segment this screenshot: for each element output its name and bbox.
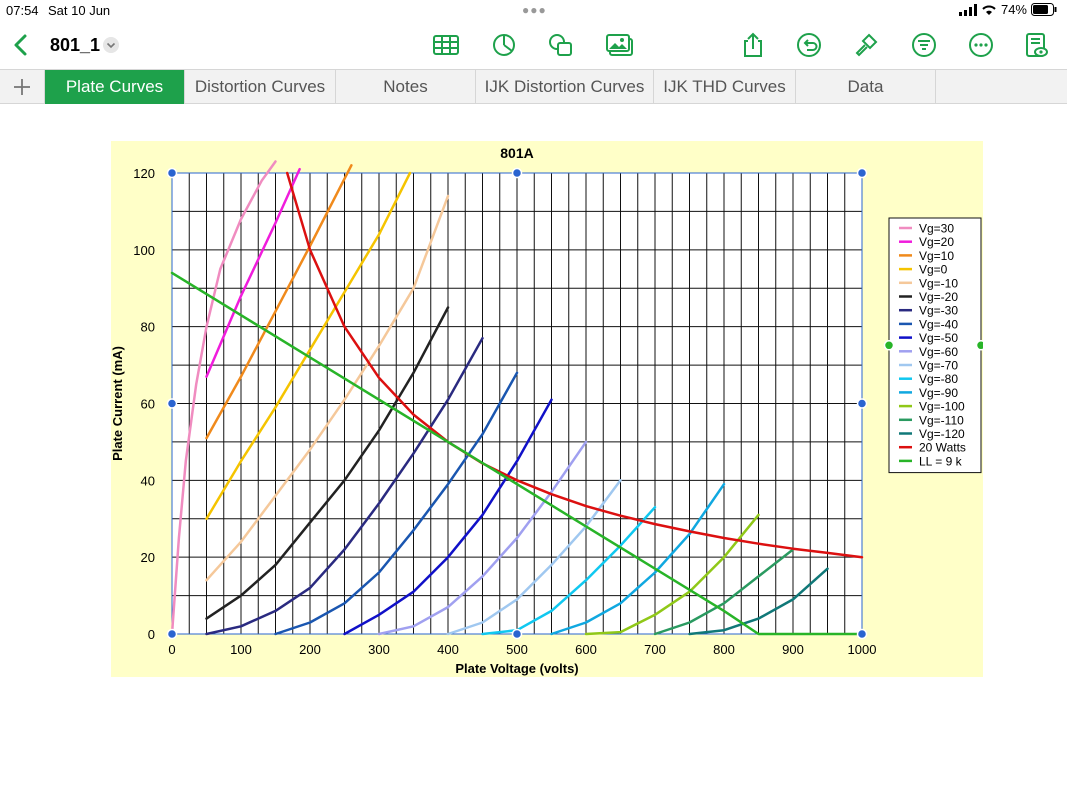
battery-icon	[1031, 3, 1057, 16]
back-chevron-icon[interactable]	[10, 32, 32, 58]
media-icon[interactable]	[606, 32, 634, 58]
multitasking-icon[interactable]: ●●●	[522, 3, 547, 17]
legend-label: LL = 9 k	[919, 454, 963, 468]
legend-label: Vg=20	[919, 235, 954, 249]
x-tick-label: 1000	[848, 642, 877, 657]
x-tick-label: 400	[437, 642, 459, 657]
legend-label: Vg=-70	[919, 359, 958, 373]
reading-view-icon[interactable]	[1022, 32, 1050, 58]
x-tick-label: 0	[168, 642, 175, 657]
x-tick-label: 100	[230, 642, 252, 657]
legend-label: Vg=10	[919, 249, 954, 263]
more-icon[interactable]	[967, 32, 995, 58]
legend-label: Vg=-10	[919, 276, 958, 290]
battery-percent: 74%	[1000, 2, 1027, 17]
x-tick-label: 500	[506, 642, 528, 657]
legend-label: Vg=-20	[919, 290, 958, 304]
undo-icon[interactable]	[795, 32, 823, 58]
resize-handle[interactable]	[856, 167, 868, 179]
add-sheet-icon[interactable]	[0, 70, 45, 104]
status-bar: 07:54 Sat 10 Jun ●●● 74%	[0, 0, 1067, 22]
y-tick-label: 80	[141, 320, 155, 335]
y-tick-label: 100	[133, 243, 155, 258]
resize-handle[interactable]	[511, 628, 523, 640]
organize-icon[interactable]	[910, 32, 938, 58]
share-icon[interactable]	[739, 32, 767, 58]
legend-label: Vg=-100	[919, 400, 965, 414]
tab-plate-curves[interactable]: Plate Curves	[45, 70, 185, 104]
tab-notes[interactable]: Notes	[336, 70, 476, 104]
status-right: 74%	[958, 2, 1057, 17]
resize-handle[interactable]	[511, 167, 523, 179]
x-axis-label: Plate Voltage (volts)	[455, 661, 578, 676]
legend-label: Vg=0	[919, 263, 948, 277]
tab-ijk-distortion-curves[interactable]: IJK Distortion Curves	[476, 70, 654, 104]
chart-area[interactable]: 0 100 200 300 400 500 600 700 800 900 1000 0 20 40 60 8…	[110, 141, 987, 677]
resize-handle[interactable]	[856, 628, 868, 640]
document-title[interactable]: 801_1	[50, 35, 100, 56]
y-tick-label: 60	[141, 397, 155, 412]
tab-ijk-thd-curves[interactable]: IJK THD Curves	[654, 70, 796, 104]
status-time: 07:54	[6, 3, 39, 18]
legend-label: Vg=-120	[919, 427, 965, 441]
legend-handle-left[interactable]	[883, 340, 895, 351]
chart-icon[interactable]	[490, 32, 518, 58]
resize-handle[interactable]	[856, 398, 868, 409]
y-tick-label: 120	[133, 166, 155, 181]
y-axis-label: Plate Current (mA)	[111, 346, 125, 461]
legend-label: Vg=30	[919, 222, 954, 236]
x-tick-label: 600	[575, 642, 597, 657]
legend-label: 20 Watts	[919, 441, 966, 455]
chevron-down-icon[interactable]	[103, 37, 119, 53]
shapes-icon[interactable]	[547, 32, 575, 58]
chart-title: 801A	[500, 145, 533, 161]
legend-label: Vg=-50	[919, 331, 958, 345]
plate-curves-chart[interactable]: 0 100 200 300 400 500 600 700 800 900 1000 0 20 40 60 8…	[110, 141, 987, 677]
legend-label: Vg=-110	[919, 413, 964, 427]
table-icon[interactable]	[432, 32, 460, 58]
legend-label: Vg=-30	[919, 304, 958, 318]
tab-data[interactable]: Data	[796, 70, 936, 104]
x-tick-label: 800	[713, 642, 735, 657]
x-tick-label: 700	[644, 642, 666, 657]
legend-label: Vg=-40	[919, 317, 958, 331]
legend-label: Vg=-80	[919, 372, 958, 386]
y-tick-label: 0	[148, 627, 155, 642]
resize-handle[interactable]	[166, 167, 178, 179]
format-brush-icon[interactable]	[852, 32, 880, 58]
resize-handle[interactable]	[166, 628, 178, 640]
tab-distortion-curves[interactable]: Distortion Curves	[185, 70, 336, 104]
sheet-tabs: Plate Curves Distortion Curves Notes IJK…	[0, 69, 1067, 104]
resize-handle[interactable]	[166, 398, 178, 409]
x-tick-label: 900	[782, 642, 804, 657]
legend-label: Vg=-60	[919, 345, 958, 359]
x-tick-label: 300	[368, 642, 390, 657]
y-tick-label: 20	[141, 550, 155, 565]
signal-icon	[958, 3, 977, 16]
legend-label: Vg=-90	[919, 386, 958, 400]
toolbar: 801_1	[0, 22, 1067, 68]
legend-handle-right[interactable]	[975, 340, 987, 351]
y-tick-label: 40	[141, 473, 155, 488]
wifi-icon	[982, 5, 996, 15]
x-tick-label: 200	[299, 642, 321, 657]
status-date: Sat 10 Jun	[48, 3, 111, 18]
